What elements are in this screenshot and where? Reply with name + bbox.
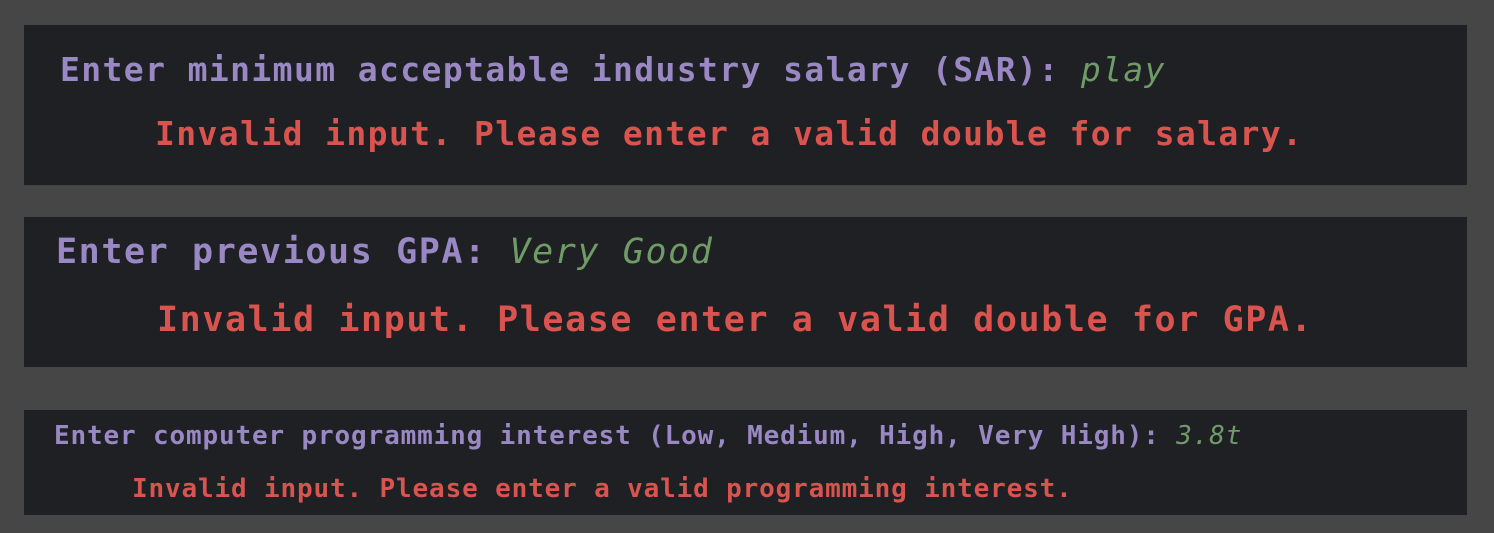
console-output-programming-interest: Enter computer programming interest (Low… — [24, 410, 1467, 515]
prompt-line: Enter previous GPA: Very Good — [56, 235, 713, 270]
salary-prompt: Enter minimum acceptable industry salary… — [60, 50, 1081, 89]
gpa-error-message: Invalid input. Please enter a valid doub… — [157, 300, 1314, 340]
salary-user-input: play — [1080, 50, 1166, 89]
prompt-line: Enter computer programming interest (Low… — [54, 423, 1242, 449]
interest-user-input: 3.8t — [1176, 421, 1243, 451]
console-output-salary: Enter minimum acceptable industry salary… — [24, 25, 1467, 185]
interest-prompt: Enter computer programming interest (Low… — [54, 421, 1177, 451]
interest-error-message: Invalid input. Please enter a valid prog… — [132, 474, 1073, 504]
gpa-user-input: Very Good — [509, 232, 714, 272]
prompt-line: Enter minimum acceptable industry salary… — [60, 53, 1166, 86]
gpa-prompt: Enter previous GPA: — [56, 232, 510, 272]
console-output-gpa: Enter previous GPA: Very Good Invalid in… — [24, 217, 1467, 367]
salary-error-message: Invalid input. Please enter a valid doub… — [155, 114, 1304, 153]
